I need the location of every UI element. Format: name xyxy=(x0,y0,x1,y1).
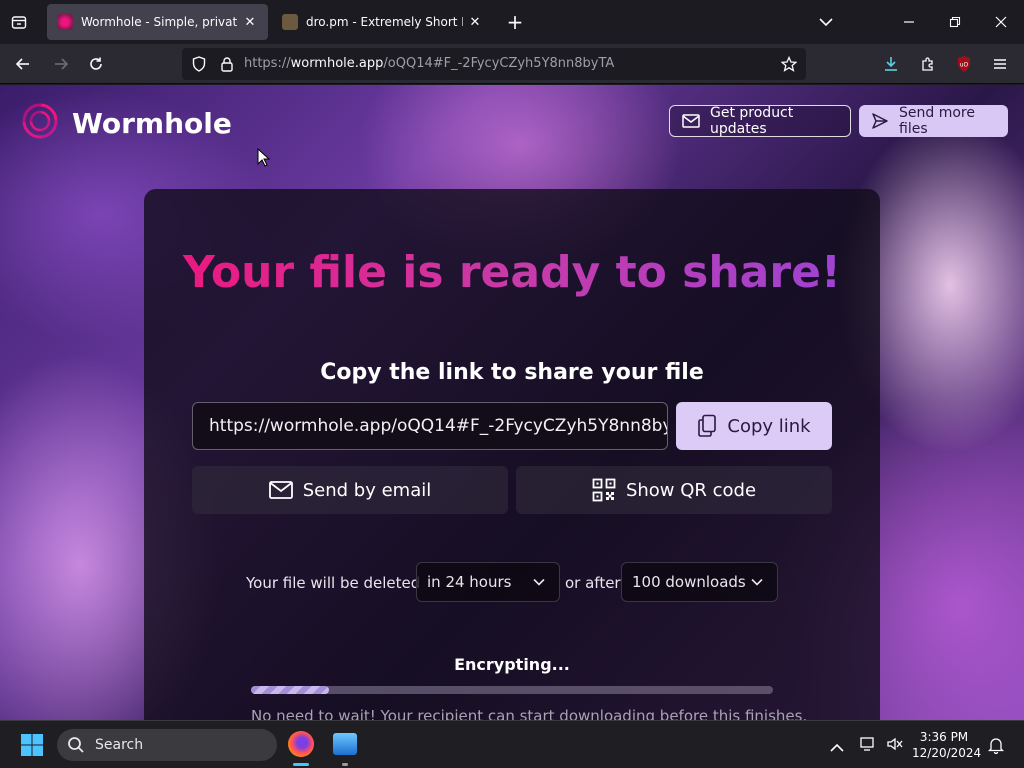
reload-icon[interactable] xyxy=(85,54,107,74)
taskbar-search[interactable]: Search xyxy=(57,729,277,761)
expiry-settings: Your file will be deleted in 24 hours or… xyxy=(144,562,880,602)
encryption-status: Encrypting... xyxy=(454,655,570,674)
brand-name: Wormhole xyxy=(72,106,232,140)
copy-link-button[interactable]: Copy link xyxy=(676,402,832,450)
search-label: Search xyxy=(95,737,144,753)
new-tab-icon[interactable]: + xyxy=(504,10,526,34)
close-icon[interactable]: ✕ xyxy=(242,15,258,30)
send-by-email-button[interactable]: Send by email xyxy=(192,466,508,514)
network-icon[interactable] xyxy=(860,736,876,756)
taskbar: Search 3:36 PM 12/20/2024 xyxy=(0,720,1024,768)
tab-strip: Wormhole - Simple, private file ✕ dro.pm… xyxy=(0,0,1024,44)
show-qr-code-button[interactable]: Show QR code xyxy=(516,466,832,514)
forward-icon[interactable] xyxy=(50,54,72,74)
send-by-email-label: Send by email xyxy=(302,479,432,501)
tab-list-icon[interactable] xyxy=(8,12,30,32)
windows-start-icon[interactable] xyxy=(20,733,44,761)
expiry-downloads-value: 100 downloads xyxy=(632,573,746,591)
nav-toolbar: https://wormhole.app/oQQ14#F_-2FycyCZyh5… xyxy=(0,44,1024,84)
clock-time: 3:36 PM xyxy=(919,730,969,744)
system-clock[interactable]: 3:36 PM 12/20/2024 xyxy=(912,729,982,761)
tab-wormhole[interactable]: Wormhole - Simple, private file ✕ xyxy=(47,4,268,40)
tab-title: Wormhole - Simple, private file xyxy=(81,15,238,29)
mouse-cursor-icon xyxy=(257,147,271,172)
show-qr-label: Show QR code xyxy=(625,479,757,501)
expiry-middle: or after xyxy=(565,574,621,592)
mail-icon xyxy=(682,114,700,128)
maximize-icon[interactable] xyxy=(944,12,966,32)
dropm-favicon-icon xyxy=(282,14,298,30)
brand-logo[interactable]: Wormhole xyxy=(20,101,232,145)
send-more-label: Send more files xyxy=(899,105,975,137)
tab-dropm[interactable]: dro.pm - Extremely Short Links ✕ xyxy=(272,4,493,40)
send-more-files-button[interactable]: Send more files xyxy=(859,105,1008,137)
chevron-down-icon xyxy=(533,578,545,586)
lock-icon[interactable] xyxy=(218,55,236,73)
star-icon[interactable] xyxy=(780,55,798,73)
wormhole-logo-icon xyxy=(20,101,60,145)
tab-title: dro.pm - Extremely Short Links xyxy=(306,15,463,29)
volume-muted-icon[interactable] xyxy=(886,736,904,756)
expiry-time-value: in 24 hours xyxy=(427,573,512,591)
close-window-icon[interactable] xyxy=(990,12,1012,32)
page-content: Wormhole Get product updates Send more f… xyxy=(0,85,1024,720)
chevron-down-icon[interactable] xyxy=(815,12,837,32)
extensions-icon[interactable] xyxy=(917,54,939,74)
active-app-indicator xyxy=(293,763,309,766)
share-link-input[interactable]: https://wormhole.app/oQQ14#F_-2FycyCZyh5… xyxy=(192,402,668,450)
bell-icon[interactable] xyxy=(987,736,1005,758)
wait-note: No need to wait! Your recipient can star… xyxy=(251,707,808,720)
app-indicator xyxy=(342,763,348,766)
share-subheading: Copy the link to share your file xyxy=(320,360,704,385)
url-text: https://wormhole.app/oQQ14#F_-2FycyCZyh5… xyxy=(244,56,615,71)
page-title: Your file is ready to share! xyxy=(144,247,880,298)
expiry-downloads-select[interactable]: 100 downloads xyxy=(621,562,778,602)
updates-label: Get product updates xyxy=(710,105,794,137)
menu-icon[interactable] xyxy=(989,54,1011,74)
copy-icon xyxy=(698,414,717,437)
address-bar[interactable]: https://wormhole.app/oQQ14#F_-2FycyCZyh5… xyxy=(182,48,806,80)
back-icon[interactable] xyxy=(12,54,34,74)
progress-fill xyxy=(251,686,330,694)
app-icon[interactable] xyxy=(333,733,357,755)
expiry-time-select[interactable]: in 24 hours xyxy=(416,562,560,602)
clock-date: 12/20/2024 xyxy=(912,746,982,760)
close-icon[interactable]: ✕ xyxy=(467,15,483,30)
svg-text:uO: uO xyxy=(960,62,969,69)
send-icon xyxy=(872,113,888,129)
qr-icon xyxy=(592,478,616,502)
download-icon[interactable] xyxy=(880,54,902,74)
mail-icon xyxy=(268,481,293,499)
ublock-icon[interactable]: uO xyxy=(953,54,975,74)
get-product-updates-button[interactable]: Get product updates xyxy=(669,105,851,137)
minimize-icon[interactable] xyxy=(898,12,920,32)
wormhole-favicon-icon xyxy=(57,14,73,30)
chevron-up-icon[interactable] xyxy=(830,738,844,757)
expiry-prefix: Your file will be deleted xyxy=(246,574,421,592)
encryption-progress-bar xyxy=(251,686,773,694)
copy-link-label: Copy link xyxy=(727,415,811,437)
share-card: Your file is ready to share! Copy the li… xyxy=(144,189,880,720)
search-icon xyxy=(68,737,84,753)
firefox-icon[interactable] xyxy=(288,731,314,757)
chevron-down-icon xyxy=(751,578,763,586)
shield-icon[interactable] xyxy=(190,55,208,73)
